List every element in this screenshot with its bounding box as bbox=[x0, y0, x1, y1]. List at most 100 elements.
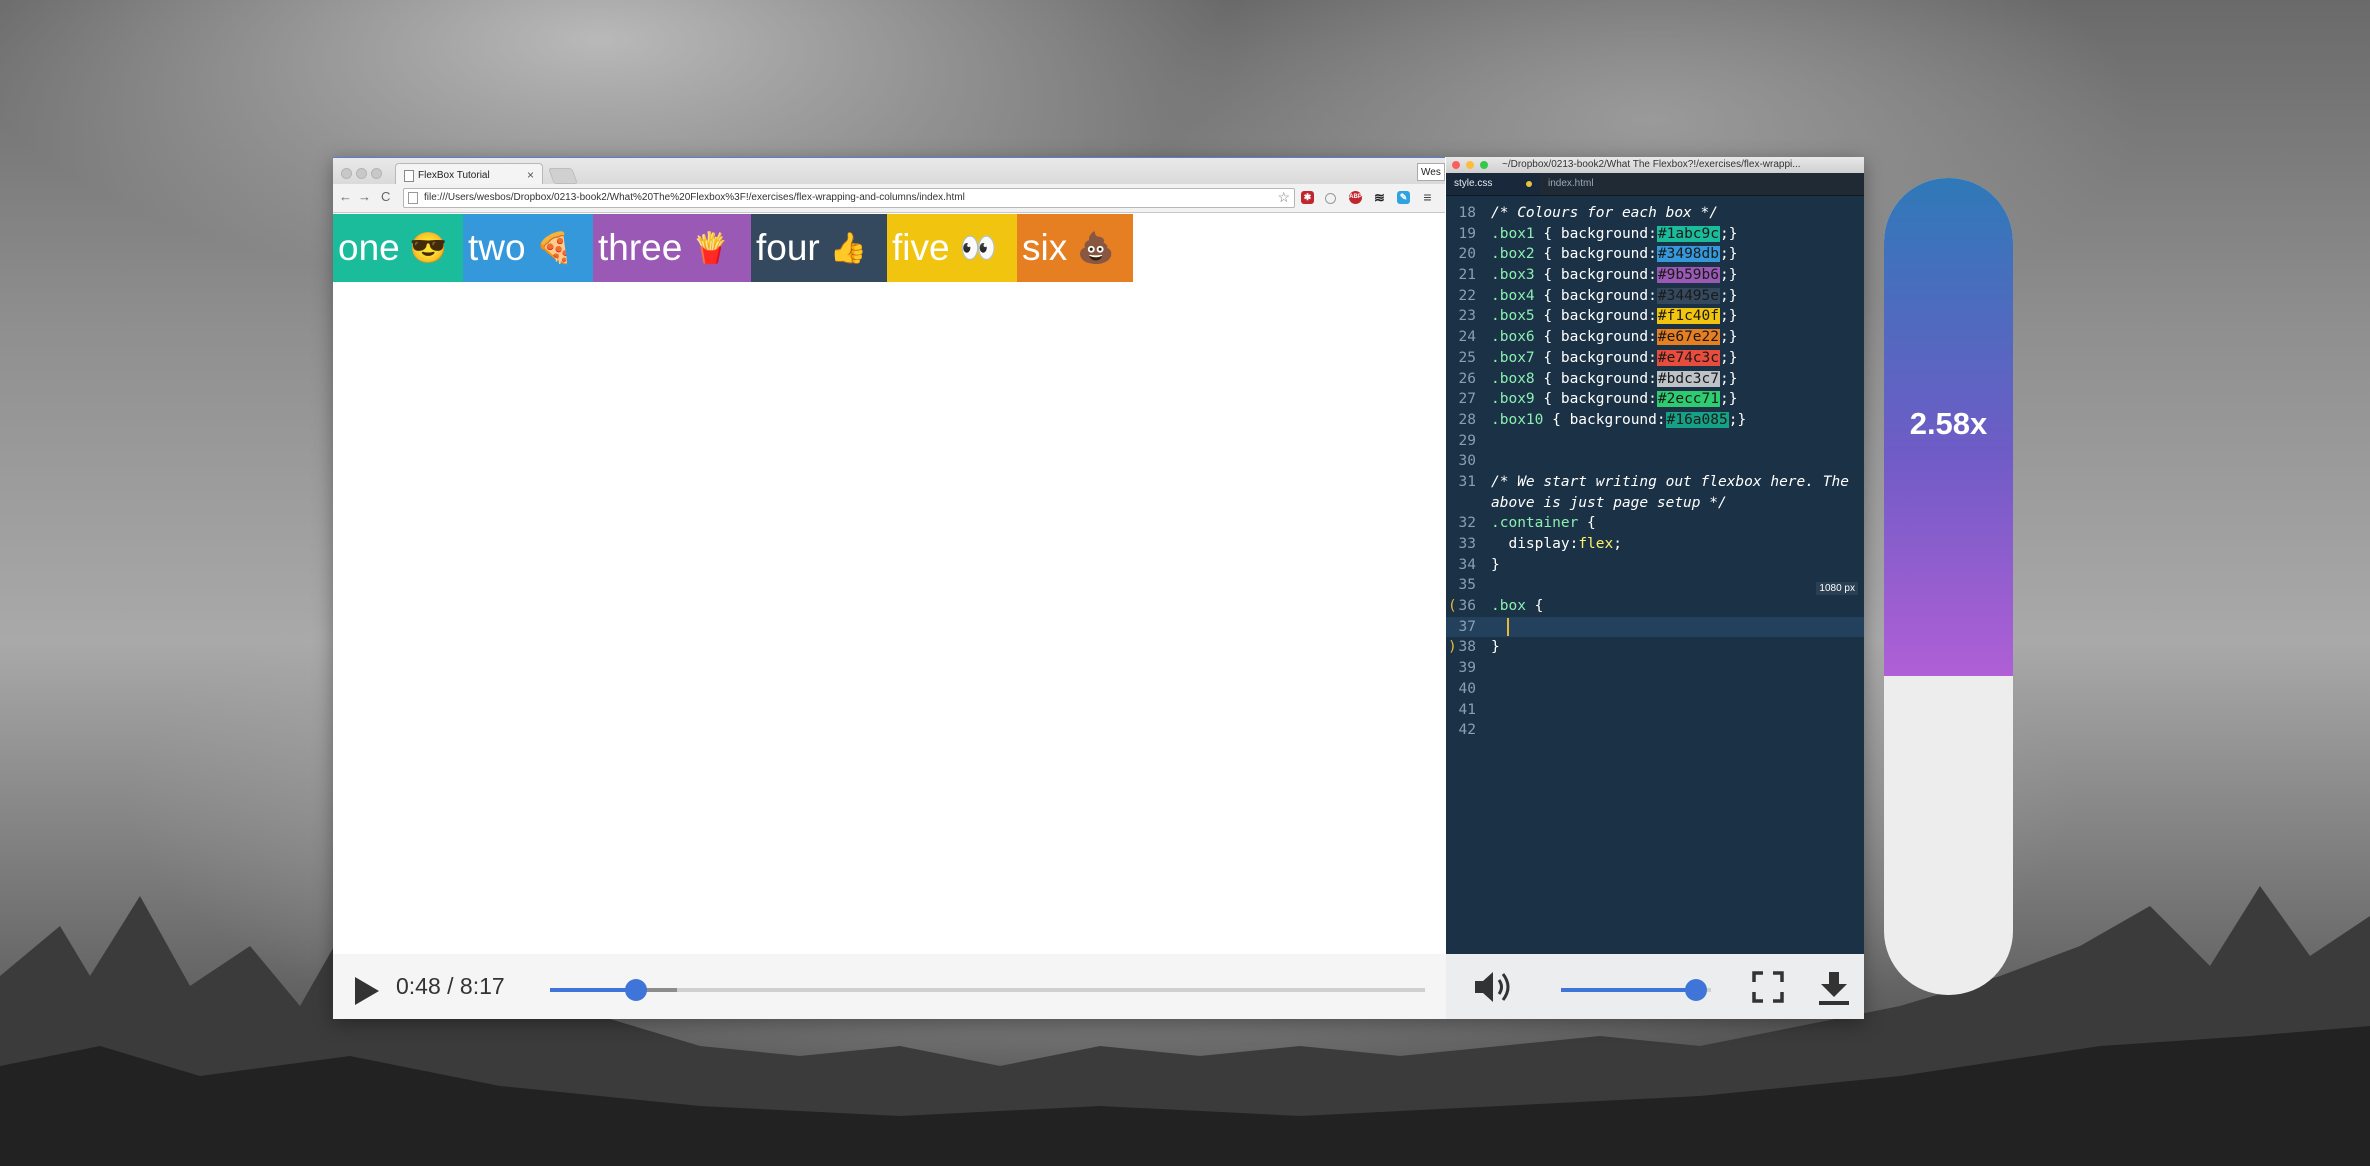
color-swatch: #e74c3c bbox=[1656, 349, 1720, 366]
menu-icon[interactable]: ≡ bbox=[1421, 190, 1434, 204]
browser-window: FlexBox Tutorial × Wes ← → C file:///Use… bbox=[333, 157, 1445, 1019]
line-number: 29 bbox=[1458, 432, 1476, 449]
code-text: ;} bbox=[1728, 411, 1747, 428]
code-text: ;} bbox=[1719, 329, 1738, 346]
play-button[interactable] bbox=[355, 977, 379, 1005]
code-line: (36 .box { bbox=[1446, 596, 1864, 617]
line-number: 37 bbox=[1458, 618, 1476, 635]
code-line: 25 .box7 { background:#e74c3c;} bbox=[1446, 348, 1864, 369]
code-line: 19 .box1 { background:#1abc9c;} bbox=[1446, 224, 1864, 245]
browser-tab-bar: FlexBox Tutorial × Wes bbox=[333, 157, 1445, 186]
page-icon bbox=[404, 170, 414, 182]
code-text: ;} bbox=[1719, 349, 1738, 366]
volume-icon[interactable] bbox=[1473, 969, 1515, 1005]
fullscreen-icon[interactable] bbox=[1752, 971, 1784, 1003]
line-number: 38 bbox=[1458, 639, 1476, 656]
box-label: three bbox=[598, 227, 683, 268]
code-line: 35 bbox=[1446, 575, 1864, 596]
color-swatch: #bdc3c7 bbox=[1656, 370, 1720, 387]
code-area[interactable]: 18 /* Colours for each box */ 19 .box1 { b… bbox=[1446, 203, 1864, 741]
code-text: { background: bbox=[1543, 411, 1666, 428]
code-text: ;} bbox=[1719, 246, 1738, 263]
code-line: 29 bbox=[1446, 431, 1864, 452]
browser-tab[interactable]: FlexBox Tutorial × bbox=[395, 163, 543, 186]
seek-thumb[interactable] bbox=[624, 979, 647, 1001]
code-text: { background: bbox=[1534, 391, 1657, 408]
line-number: 23 bbox=[1458, 308, 1476, 325]
tab-close-icon[interactable]: × bbox=[527, 168, 534, 182]
address-bar-url: file:///Users/wesbos/Dropbox/0213-book2/… bbox=[424, 192, 965, 203]
color-swatch: #34495e bbox=[1656, 287, 1720, 304]
code-line: 42 bbox=[1446, 720, 1864, 741]
code-text: ;} bbox=[1719, 267, 1738, 284]
thumbs-up-icon: 👍 bbox=[829, 231, 868, 265]
played-bar bbox=[550, 988, 636, 992]
code-editor[interactable]: ~/Dropbox/0213-book2/What The Flexbox?!/… bbox=[1446, 157, 1864, 1019]
volume-thumb[interactable] bbox=[1685, 979, 1707, 1001]
new-tab-button[interactable] bbox=[548, 168, 578, 184]
code-comment: above is just page setup */ bbox=[1491, 494, 1727, 511]
video-frame[interactable]: FlexBox Tutorial × Wes ← → C file:///Use… bbox=[333, 157, 1864, 1019]
code-line: 27 .box9 { background:#2ecc71;} bbox=[1446, 389, 1864, 410]
close-window-dot[interactable] bbox=[1452, 161, 1460, 169]
zoom-window-dot[interactable] bbox=[1480, 161, 1488, 169]
text-cursor bbox=[1507, 617, 1509, 636]
code-line: 21 .box3 { background:#9b59b6;} bbox=[1446, 265, 1864, 286]
code-line: 22 .box4 { background:#34495e;} bbox=[1446, 286, 1864, 307]
line-number: 30 bbox=[1458, 453, 1476, 470]
profile-button[interactable]: Wes bbox=[1417, 163, 1445, 181]
css-selector: .box4 bbox=[1491, 287, 1535, 304]
playback-speed-indicator[interactable]: 2.58x bbox=[1884, 178, 2013, 995]
eyes-icon: 👀 bbox=[959, 231, 997, 265]
code-text: { background: bbox=[1534, 308, 1657, 325]
close-window-dot[interactable] bbox=[341, 168, 352, 179]
adblock-icon[interactable]: ABP bbox=[1349, 191, 1362, 204]
color-swatch: #9b59b6 bbox=[1656, 267, 1720, 284]
css-selector: .box8 bbox=[1491, 370, 1535, 387]
editor-tabs: style.css index.html bbox=[1446, 173, 1864, 196]
line-number: 26 bbox=[1458, 370, 1476, 387]
code-text: ;} bbox=[1719, 287, 1738, 304]
minimize-window-dot[interactable] bbox=[1466, 161, 1474, 169]
extension-icon[interactable] bbox=[1325, 193, 1336, 204]
browser-tab-title: FlexBox Tutorial bbox=[418, 170, 490, 181]
code-line-active: 37 bbox=[1446, 616, 1864, 638]
box-label: six bbox=[1022, 227, 1068, 268]
sunglasses-icon: 😎 bbox=[409, 231, 448, 265]
code-text: { background: bbox=[1534, 225, 1657, 242]
code-text: { background: bbox=[1534, 349, 1657, 366]
extension-icon[interactable]: ✱ bbox=[1301, 191, 1314, 204]
forward-arrow-icon[interactable]: → bbox=[358, 189, 371, 204]
address-bar[interactable]: file:///Users/wesbos/Dropbox/0213-book2/… bbox=[403, 188, 1295, 208]
code-line: 30 bbox=[1446, 451, 1864, 472]
tab-index-html[interactable]: index.html bbox=[1540, 173, 1634, 195]
css-selector: .container bbox=[1491, 515, 1579, 532]
css-selector: .box9 bbox=[1491, 391, 1535, 408]
minimize-window-dot[interactable] bbox=[356, 168, 367, 179]
time-display: 0:48 / 8:17 bbox=[396, 973, 505, 999]
line-number: 36 bbox=[1458, 598, 1476, 615]
code-line: 20 .box2 { background:#3498db;} bbox=[1446, 244, 1864, 265]
reload-icon[interactable]: C bbox=[381, 189, 390, 204]
line-number: 18 bbox=[1458, 205, 1476, 221]
back-arrow-icon[interactable]: ← bbox=[339, 189, 352, 204]
flex-box-six: six 💩 bbox=[1017, 214, 1133, 282]
code-text: { bbox=[1525, 598, 1544, 615]
code-text: { background: bbox=[1534, 246, 1657, 263]
extension-icon[interactable]: ✎ bbox=[1397, 191, 1410, 204]
css-selector: .box bbox=[1491, 598, 1526, 615]
css-property: display: bbox=[1491, 536, 1579, 552]
code-text: { background: bbox=[1534, 287, 1657, 304]
code-text: { background: bbox=[1534, 329, 1657, 346]
bookmark-star-icon[interactable]: ☆ bbox=[1277, 189, 1290, 206]
line-number: 28 bbox=[1458, 411, 1476, 428]
code-text: { bbox=[1578, 515, 1596, 532]
download-icon[interactable] bbox=[1817, 970, 1851, 1006]
code-line: 24 .box6 { background:#e67e22;} bbox=[1446, 327, 1864, 348]
volume-slider[interactable] bbox=[1561, 979, 1711, 1001]
layers-icon[interactable]: ≋ bbox=[1373, 191, 1386, 204]
flex-box-three: three 🍟 bbox=[593, 214, 751, 282]
seek-bar[interactable] bbox=[550, 979, 1425, 1001]
zoom-window-dot[interactable] bbox=[371, 168, 382, 179]
tab-style-css[interactable]: style.css bbox=[1446, 173, 1540, 195]
